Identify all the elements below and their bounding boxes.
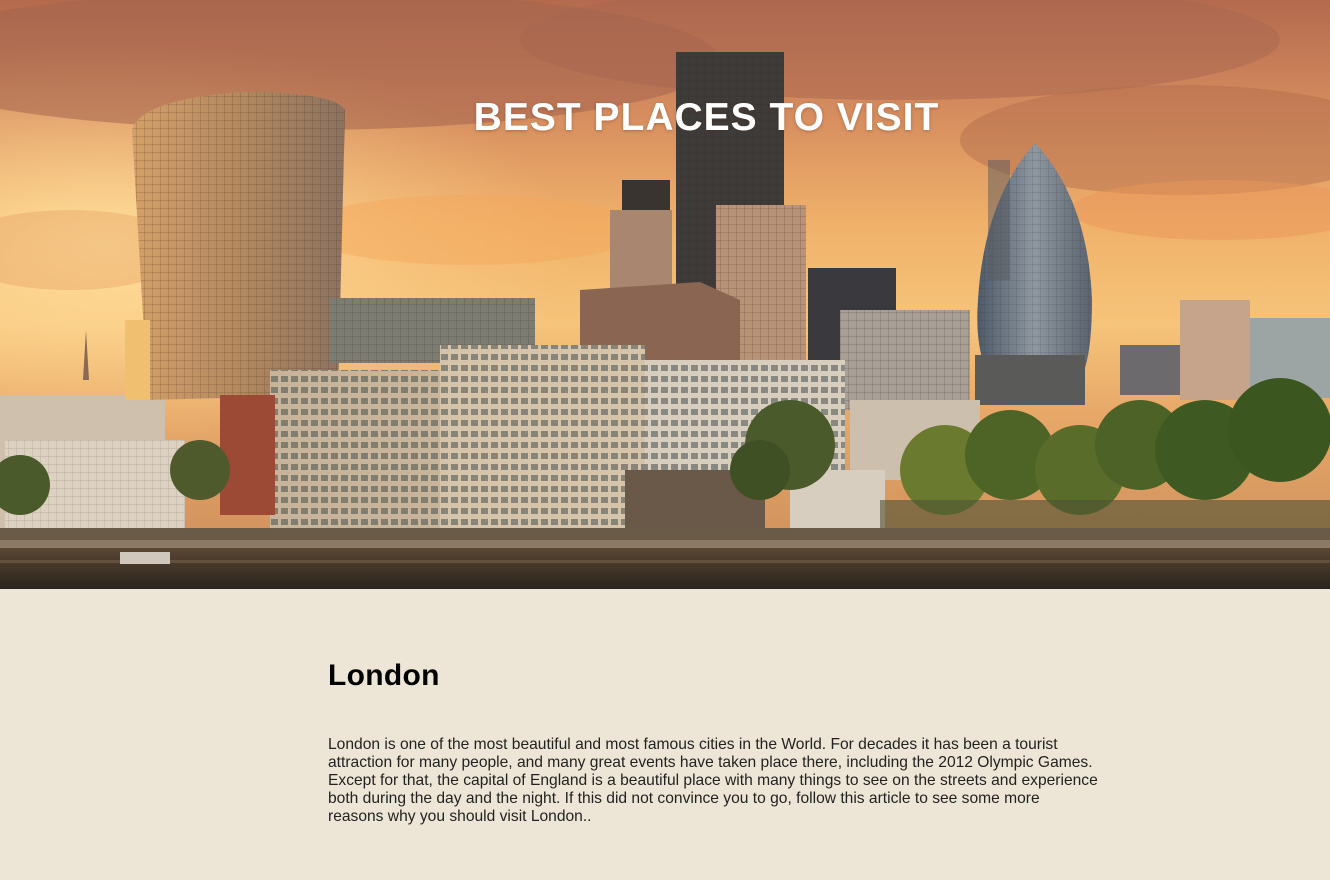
london-skyline-image: [0, 0, 1330, 589]
article-section: London London is one of the most beautif…: [0, 589, 1330, 880]
article-title: London: [328, 659, 440, 692]
article-body: London is one of the most beautiful and …: [328, 736, 1098, 825]
hero-banner: BEST PLACES TO VISIT: [0, 0, 1330, 589]
hero-title: BEST PLACES TO VISIT: [473, 96, 940, 139]
